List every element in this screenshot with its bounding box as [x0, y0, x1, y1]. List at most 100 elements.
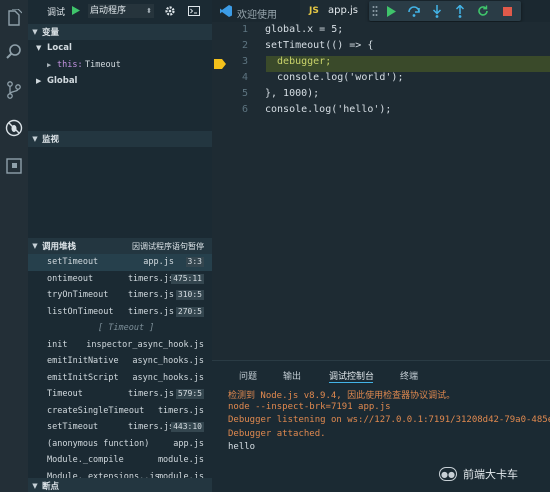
frame-file: async_hooks.js	[132, 372, 204, 383]
frame-function: createSingleTimeout	[47, 405, 145, 416]
frame-file: async_hooks.js	[132, 356, 204, 367]
start-debugging-icon[interactable]	[72, 6, 80, 18]
frame-function: tryOnTimeout	[47, 290, 109, 301]
callstack-frame[interactable]: setTimeout timers.js 443:10	[28, 419, 212, 436]
bottom-panel: 问题 输出 调试控制台 终端 检测到 Node.js v8.9.4, 因此使用检…	[212, 360, 550, 492]
files-icon[interactable]	[4, 8, 24, 28]
code-line: 1 global.x = 5;	[212, 24, 550, 40]
frame-function: setTimeout	[47, 257, 99, 268]
callstack-frame[interactable]: createSingleTimeout timers.js	[28, 403, 212, 420]
callstack-frame[interactable]: emitInitNative async_hooks.js	[28, 353, 212, 370]
scope-label: Global	[47, 76, 78, 87]
callstack-frame[interactable]: listOnTimeout timers.js 270:5	[28, 304, 212, 321]
callstack-title: 调用堆栈	[42, 242, 77, 252]
frame-function: ontimeout	[47, 273, 94, 284]
tab-welcome[interactable]: 欢迎使用	[212, 0, 300, 22]
line-text: debugger;	[265, 56, 332, 67]
line-number: 2	[241, 40, 248, 51]
frame-file: module.js	[157, 455, 204, 466]
frame-function: Module._compile	[47, 455, 124, 466]
console-line: Debugger attached.	[228, 428, 326, 439]
callstack-frame[interactable]: Timeout timers.js 579:5	[28, 386, 212, 403]
watch-section-header[interactable]: ▼ 监视	[28, 131, 212, 147]
variable-item[interactable]: ▶ this: Timeout	[28, 57, 212, 74]
continue-icon[interactable]	[383, 3, 399, 19]
frame-file: app.js	[173, 438, 204, 449]
stop-icon[interactable]	[499, 3, 515, 19]
step-over-icon[interactable]	[406, 3, 422, 19]
frame-file: app.js	[143, 257, 174, 268]
tab-app-js[interactable]: JS app.js	[300, 0, 370, 22]
frame-file: timers.js	[127, 389, 174, 400]
code-editor[interactable]: 1 global.x = 5; 2 setTimeout(() => {3 debug…	[212, 22, 550, 360]
console-line: hello	[228, 442, 256, 452]
frame-function: listOnTimeout	[47, 306, 114, 317]
debug-toolbar-sidebar: 调试 启动程序 ⬍	[28, 0, 212, 22]
breakpoints-section-header[interactable]: ▼ 断点	[28, 478, 212, 492]
watermark: ●● 前端大卡车	[439, 465, 547, 483]
debug-sidebar: 调试 启动程序 ⬍ ▼ 变量 ▼ Local ▶ this: Timeout ▶…	[28, 0, 212, 492]
frame-file: timers.js	[127, 290, 174, 301]
launch-config-select[interactable]: 启动程序 ⬍	[88, 4, 154, 18]
tab-output[interactable]: 输出	[283, 369, 301, 382]
variable-name: this:	[57, 60, 83, 71]
debug-label: 调试	[47, 7, 66, 18]
frame-function: init	[47, 339, 68, 350]
code-line: 4 console.log('world');	[212, 72, 550, 88]
step-into-icon[interactable]	[429, 3, 445, 19]
tab-terminal[interactable]: 终端	[400, 369, 418, 382]
frame-function: (anonymous function)	[47, 438, 150, 449]
terminal-icon[interactable]	[188, 6, 200, 19]
extensions-icon[interactable]	[4, 156, 24, 176]
gear-icon[interactable]	[164, 5, 176, 20]
scope-label: Local	[47, 43, 72, 54]
callstack-frame[interactable]: init inspector_async_hook.js	[28, 337, 212, 354]
chevron-down-icon: ▼	[32, 242, 38, 250]
search-icon[interactable]	[4, 42, 24, 62]
wechat-icon: ●●	[439, 467, 457, 481]
restart-icon[interactable]	[475, 3, 491, 19]
source-control-icon[interactable]	[4, 80, 24, 100]
variables-scope-global[interactable]: ▶ Global	[28, 73, 212, 90]
frame-file: timers.js	[127, 273, 174, 284]
frame-line-badge: 579:5	[175, 389, 204, 400]
line-number: 4	[241, 72, 248, 83]
tab-problems[interactable]: 问题	[239, 369, 257, 382]
code-line: 5}, 1000);	[212, 88, 550, 104]
frame-function: setTimeout	[47, 422, 99, 433]
chevron-right-icon: ▶	[36, 77, 42, 86]
debug-action-toolbar	[369, 1, 521, 21]
callstack-frame[interactable]: [ Timeout ]	[28, 320, 212, 337]
variables-scope-local[interactable]: ▼ Local	[28, 40, 212, 57]
chevron-down-icon: ▼	[36, 44, 42, 53]
chevron-down-icon: ▼	[32, 135, 38, 143]
variable-value: Timeout	[85, 60, 121, 71]
callstack-frame[interactable]: emitInitScript async_hooks.js	[28, 370, 212, 387]
callstack-frame[interactable]: (anonymous function) app.js	[28, 436, 212, 453]
frame-function: emitInitNative	[47, 356, 119, 367]
line-text: global.x = 5;	[265, 24, 344, 35]
line-text: }, 1000);	[265, 88, 320, 99]
code-line: 2 setTimeout(() => {	[212, 40, 550, 56]
frame-function: emitInitScript	[47, 372, 119, 383]
chevron-down-icon: ▼	[32, 28, 38, 36]
chevron-right-icon: ▶	[47, 61, 52, 70]
callstack-frame[interactable]: ontimeout timers.js 475:11	[28, 271, 212, 288]
activity-bar	[0, 0, 28, 492]
tab-label: app.js	[328, 5, 358, 16]
chevron-down-icon: ▼	[32, 482, 38, 490]
frame-file: timers.js	[127, 422, 174, 433]
step-out-icon[interactable]	[452, 3, 468, 19]
tab-debug-console[interactable]: 调试控制台	[329, 369, 374, 382]
console-line: node --inspect-brk=7191 app.js	[228, 401, 391, 412]
frame-line-badge: 475:11	[171, 273, 204, 284]
launch-config-value: 启动程序	[90, 6, 127, 16]
drag-handle-icon[interactable]	[370, 3, 380, 19]
callstack-frame[interactable]: setTimeout app.js 3:3	[28, 254, 212, 271]
callstack-section-header[interactable]: ▼ 调用堆栈 因调试程序语句暂停	[28, 238, 212, 254]
variables-section-header[interactable]: ▼ 变量	[28, 24, 212, 40]
callstack-frame[interactable]: Module._compile module.js	[28, 452, 212, 469]
debug-icon[interactable]	[4, 118, 24, 138]
active-tab-indicator	[329, 382, 373, 383]
callstack-frame[interactable]: tryOnTimeout timers.js 310:5	[28, 287, 212, 304]
